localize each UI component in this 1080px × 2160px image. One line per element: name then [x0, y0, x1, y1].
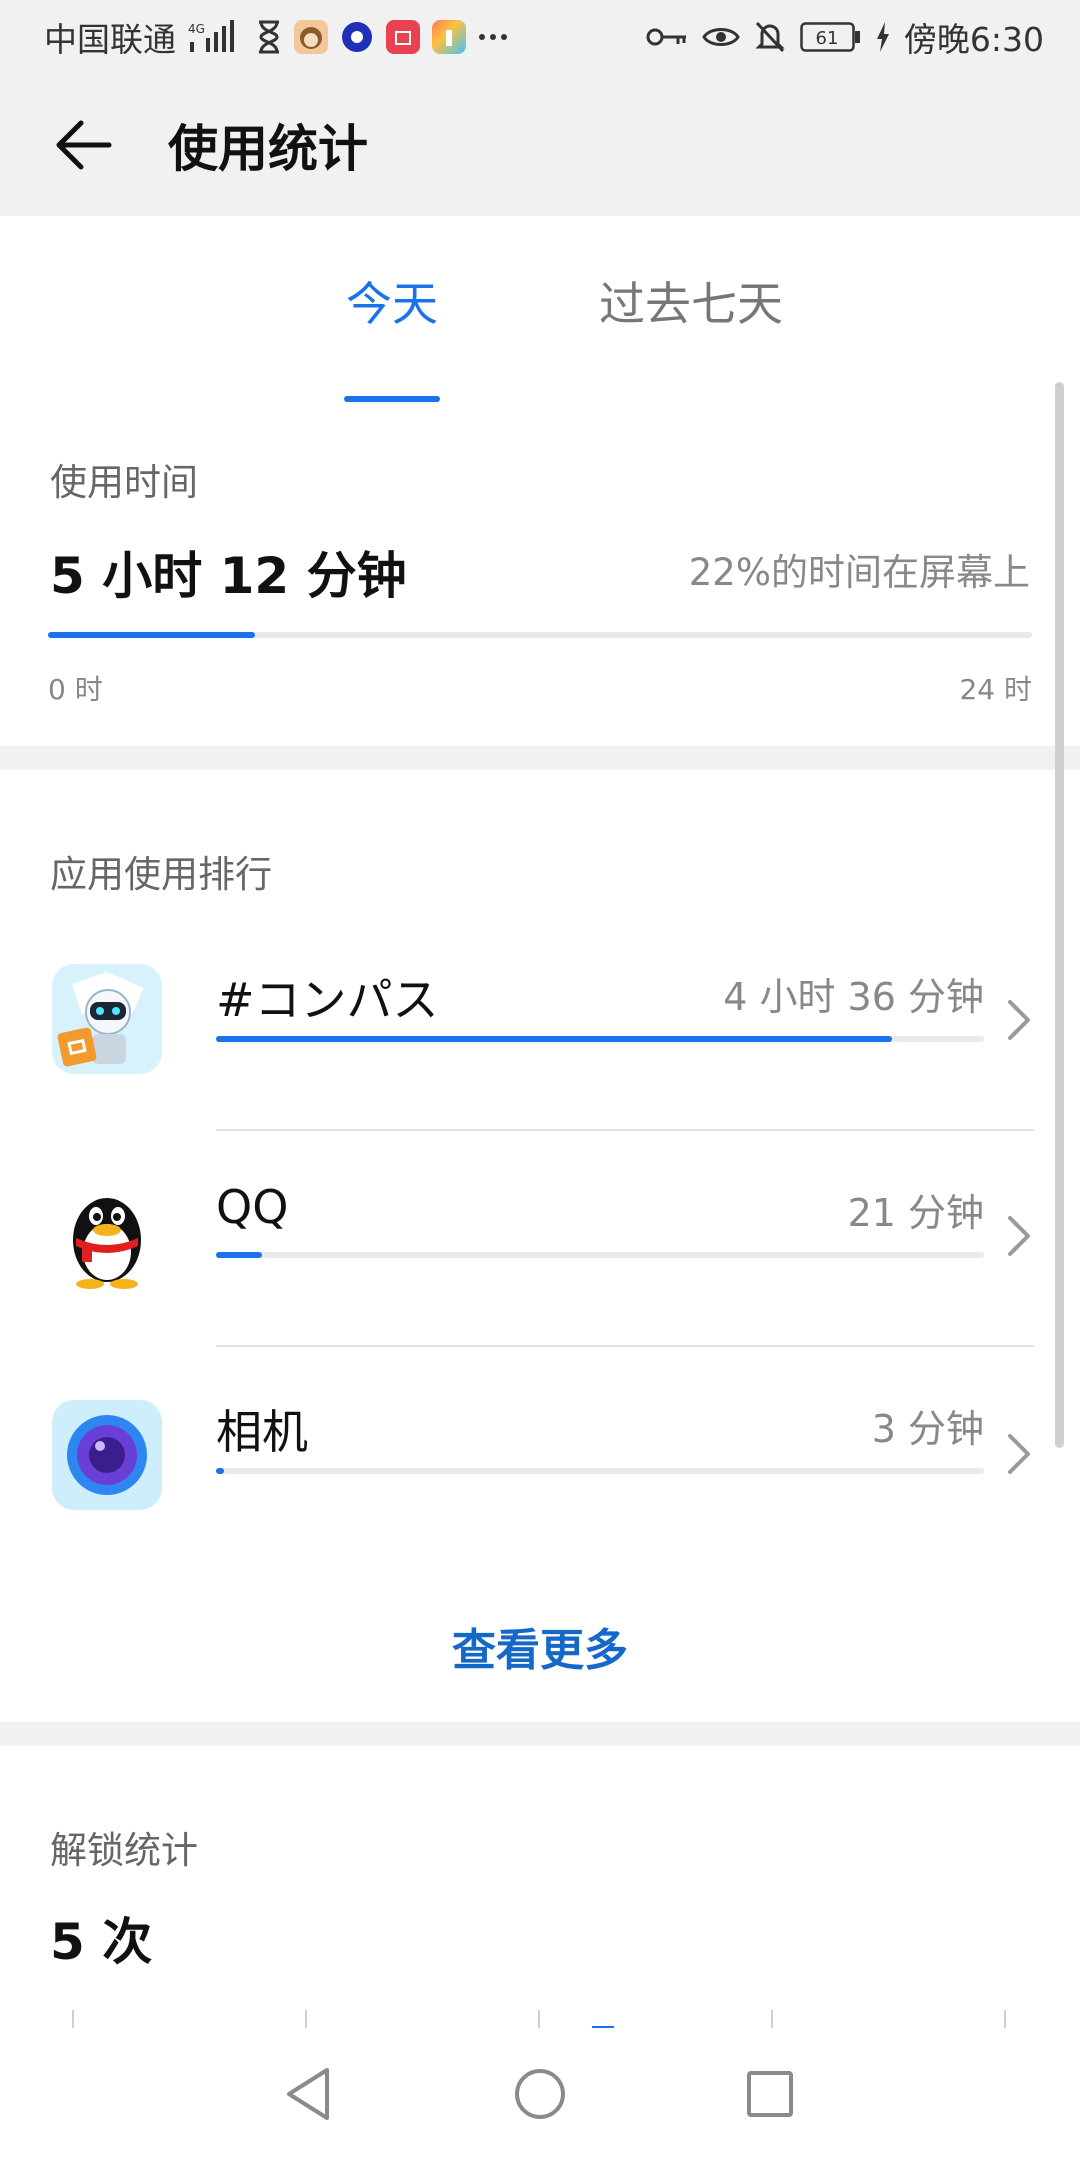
chart-tick — [771, 2010, 773, 2028]
app-time: 4 小时 36 分钟 — [723, 975, 984, 1019]
nav-home-button[interactable] — [500, 2054, 580, 2134]
usage-card: 今天 过去七天 使用时间 5 小时 12 分钟 22%的时间在屏幕上 0 时 2… — [0, 216, 1080, 746]
mute-bell-icon — [754, 20, 786, 54]
app-progress-fill — [216, 1252, 263, 1258]
chart-tick — [538, 2010, 540, 2028]
axis-end-label: 24 时 — [959, 673, 1032, 706]
usage-time-label: 使用时间 — [50, 461, 198, 504]
ellipsis-icon — [478, 32, 508, 42]
chart-tick — [1004, 2010, 1006, 2028]
scrollbar[interactable] — [1055, 382, 1064, 1448]
compass-game-icon — [52, 964, 162, 1074]
status-time: 傍晚6:30 — [903, 20, 1044, 59]
huawei-store-icon — [386, 20, 420, 54]
unlock-value: 5 次 — [50, 1913, 153, 1971]
chevron-right-icon — [1008, 1000, 1030, 1040]
chevron-right-icon — [1008, 1434, 1030, 1474]
chart-tick — [305, 2010, 307, 2028]
usage-time-value: 5 小时 12 分钟 — [50, 547, 407, 605]
circle-home-icon — [515, 2069, 565, 2119]
app-time: 3 分钟 — [871, 1407, 984, 1451]
tab-past-seven-days[interactable]: 过去七天 — [586, 268, 796, 334]
app-row-camera[interactable]: 相机 3 分钟 — [0, 1346, 1080, 1561]
app-progress-fill — [216, 1036, 892, 1042]
app-time: 21 分钟 — [847, 1191, 984, 1235]
qq-penguin-icon — [52, 1180, 162, 1290]
battery-level: 61 — [815, 28, 838, 49]
usage-progress-fill — [48, 632, 255, 638]
usage-progress-track — [48, 632, 1032, 638]
page-title: 使用统计 — [168, 120, 368, 178]
battery-icon: 61 — [800, 22, 862, 52]
app-progress-track — [216, 1036, 984, 1042]
tab-indicator — [344, 396, 440, 402]
screen-percent-text: 22%的时间在屏幕上 — [688, 551, 1030, 594]
triangle-back-icon — [287, 2068, 329, 2120]
chart-tick — [72, 2010, 74, 2028]
unlock-card: 解锁统计 5 次 — [0, 1746, 1080, 2028]
key-icon — [646, 25, 688, 49]
charging-icon — [876, 22, 890, 52]
signal-icon: 4G — [188, 20, 244, 54]
status-bar: 中国联通 4G 61 傍晚6:30 — [0, 0, 1080, 74]
svg-text:4G: 4G — [188, 22, 205, 36]
carrier-name: 中国联通 — [44, 20, 176, 59]
tab-bar: 今天 过去七天 — [0, 268, 1080, 402]
chevron-right-icon — [1008, 1216, 1030, 1256]
theme-app-icon — [432, 20, 466, 54]
app-row-qq[interactable]: QQ 21 分钟 — [0, 1130, 1080, 1345]
app-progress-fill — [216, 1468, 224, 1474]
eye-icon — [702, 23, 740, 51]
ranking-title: 应用使用排行 — [50, 853, 272, 896]
tab-today[interactable]: 今天 — [340, 268, 444, 334]
nav-recents-button[interactable] — [730, 2054, 810, 2134]
axis-start-label: 0 时 — [48, 673, 103, 706]
app-name: QQ — [216, 1180, 289, 1234]
app-progress-track — [216, 1252, 984, 1258]
navigation-bar — [0, 2028, 1080, 2160]
app-progress-track — [216, 1468, 984, 1474]
monkey-app-icon — [294, 20, 328, 54]
app-ranking-card: 应用使用排行 #コンパス 4 小时 36 分钟 QQ 21 分钟 相机 3 分钟… — [0, 770, 1080, 1722]
app-name: #コンパス — [216, 973, 439, 1027]
circle-app-icon — [340, 20, 374, 54]
nav-back-button[interactable] — [268, 2054, 348, 2134]
app-name: 相机 — [216, 1405, 308, 1459]
square-recents-icon — [747, 2071, 793, 2117]
app-row-compass[interactable]: #コンパス 4 小时 36 分钟 — [0, 912, 1080, 1127]
camera-icon — [52, 1400, 162, 1510]
unlock-label: 解锁统计 — [50, 1829, 198, 1872]
title-bar: 使用统计 — [0, 74, 1080, 216]
back-button[interactable] — [42, 104, 124, 186]
see-more-button[interactable]: 查看更多 — [0, 1614, 1080, 1678]
hourglass-icon — [256, 20, 282, 54]
back-arrow-icon — [56, 120, 112, 170]
